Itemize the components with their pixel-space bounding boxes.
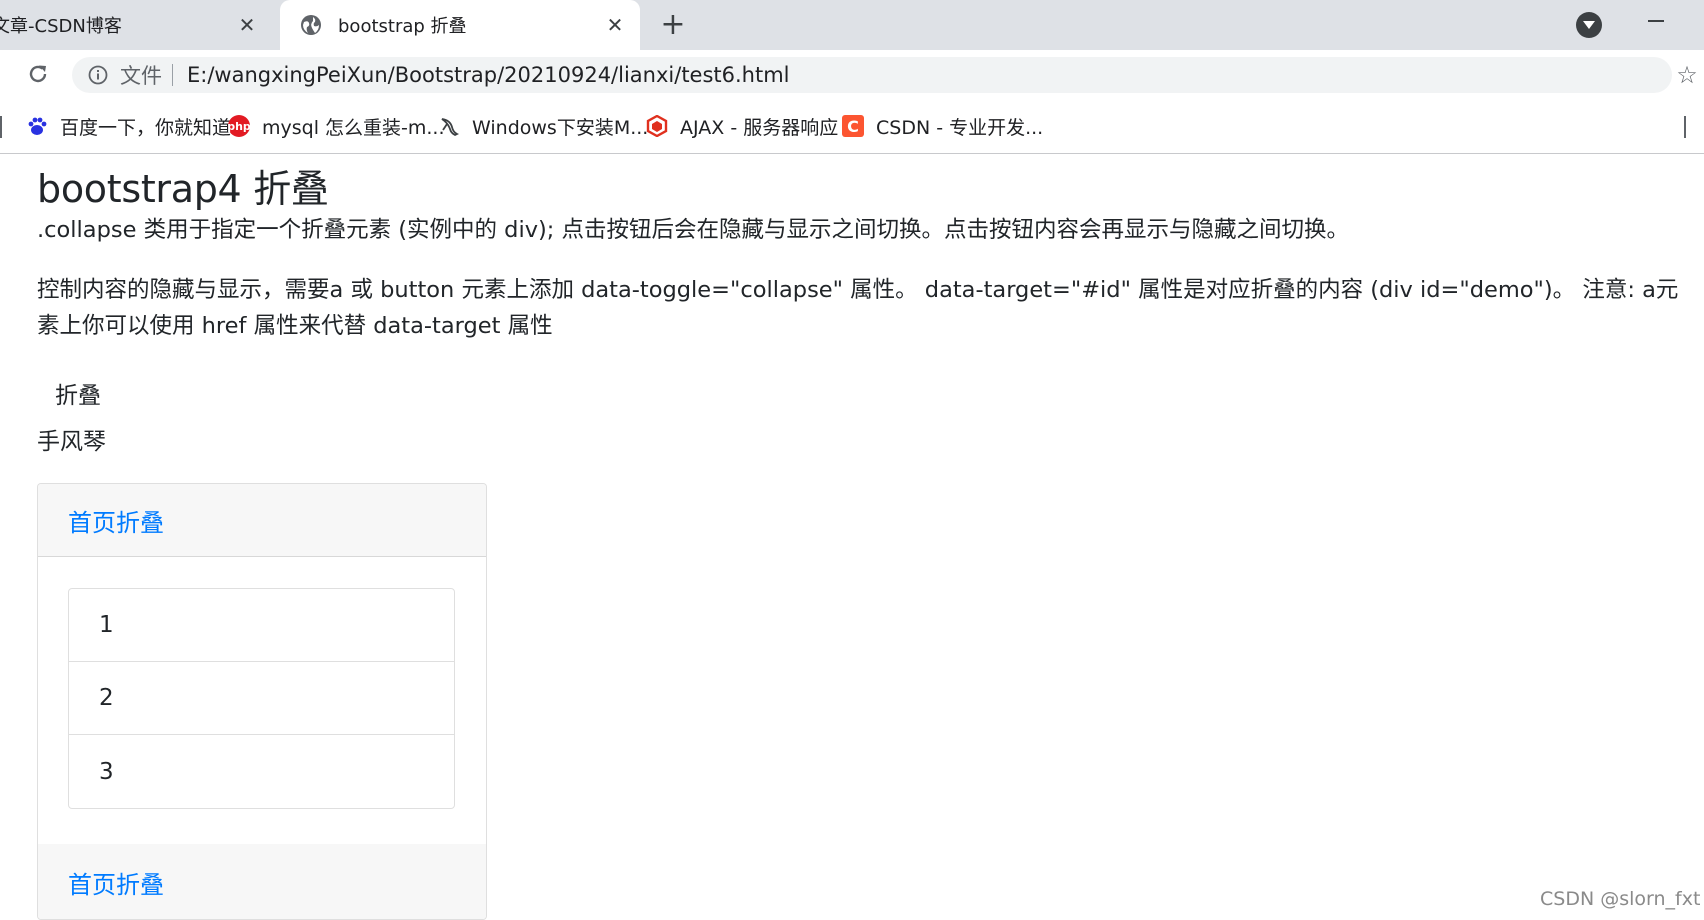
card-footer-link[interactable]: 首页折叠 [68, 865, 164, 900]
bookmark-label: Windows下安装M... [472, 116, 649, 139]
list-group: 1 2 3 [68, 588, 455, 809]
php-icon: php [227, 115, 251, 137]
baidu-paw-icon [26, 115, 48, 137]
accordion-card: 首页折叠 1 2 3 首页折叠 [37, 483, 487, 920]
globe-icon [300, 14, 322, 36]
bookmarks-overflow-edge [0, 116, 2, 138]
scheme-label: 文件 [120, 64, 162, 88]
address-bar[interactable]: 文件 E:/wangxingPeiXun/Bootstrap/20210924/… [72, 57, 1672, 93]
bookmark-csdn[interactable]: C CSDN - 专业开发... [842, 98, 1043, 154]
url-text[interactable]: E:/wangxingPeiXun/Bootstrap/20210924/lia… [187, 63, 790, 87]
bookmark-label: mysql 怎么重装-m... [262, 116, 445, 139]
tab-strip: 文章-CSDN博客 ✕ bootstrap 折叠 ✕ + [0, 0, 1704, 50]
bookmark-windows-mysql[interactable]: Windows下安装M... [438, 98, 648, 154]
card-footer: 首页折叠 [38, 844, 486, 919]
bookmark-mysql[interactable]: php mysql 怎么重装-m... [227, 98, 445, 154]
bookmark-label: CSDN - 专业开发... [876, 116, 1044, 139]
info-icon[interactable] [88, 65, 108, 85]
bookmarks-overflow-edge [1684, 116, 1686, 138]
list-item: 1 [69, 589, 454, 662]
tab-csdn[interactable]: 文章-CSDN博客 ✕ [0, 0, 272, 50]
tab-search-icon[interactable] [1576, 12, 1602, 38]
browser-toolbar: 文件 E:/wangxingPeiXun/Bootstrap/20210924/… [0, 50, 1704, 98]
runoob-icon [646, 115, 668, 137]
tab-title: 文章-CSDN博客 [0, 16, 122, 37]
collapse-button[interactable]: 折叠 [55, 376, 101, 410]
bookmark-star-icon[interactable]: ☆ [1674, 61, 1700, 89]
csdn-icon: C [842, 115, 864, 137]
tab-title: bootstrap 折叠 [338, 16, 467, 37]
bookmark-label: AJAX - 服务器响应 [680, 116, 839, 139]
mysql-dolphin-icon [438, 115, 460, 137]
tab-bootstrap[interactable]: bootstrap 折叠 ✕ [280, 0, 640, 50]
list-item: 2 [69, 662, 454, 735]
description-paragraph: .collapse 类用于指定一个折叠元素 (实例中的 div); 点击按钮后会… [37, 217, 1350, 243]
demo-content: 手风琴 [37, 429, 106, 455]
divider [172, 64, 173, 86]
new-tab-button[interactable]: + [656, 8, 690, 42]
reload-icon[interactable] [24, 60, 52, 88]
bookmark-label: 百度一下，你就知道 [60, 116, 232, 139]
watermark: CSDN @slorn_fxt [1540, 888, 1701, 910]
close-icon[interactable]: ✕ [232, 10, 262, 40]
page-content: bootstrap4 折叠 .collapse 类用于指定一个折叠元素 (实例中… [0, 154, 1704, 920]
bookmark-baidu[interactable]: 百度一下，你就知道 [26, 98, 231, 154]
minimize-icon[interactable] [1648, 20, 1664, 22]
usage-paragraph: 控制内容的隐藏与显示，需要a 或 button 元素上添加 data-toggl… [37, 277, 1679, 339]
page-title: bootstrap4 折叠 [37, 167, 329, 211]
close-icon[interactable]: ✕ [600, 10, 630, 40]
bookmark-ajax[interactable]: AJAX - 服务器响应 [646, 98, 838, 154]
card-header: 首页折叠 [38, 484, 486, 557]
bookmarks-bar: 百度一下，你就知道 php mysql 怎么重装-m... Windows下安装… [0, 98, 1704, 154]
list-item: 3 [99, 758, 114, 785]
card-header-link[interactable]: 首页折叠 [68, 503, 164, 538]
